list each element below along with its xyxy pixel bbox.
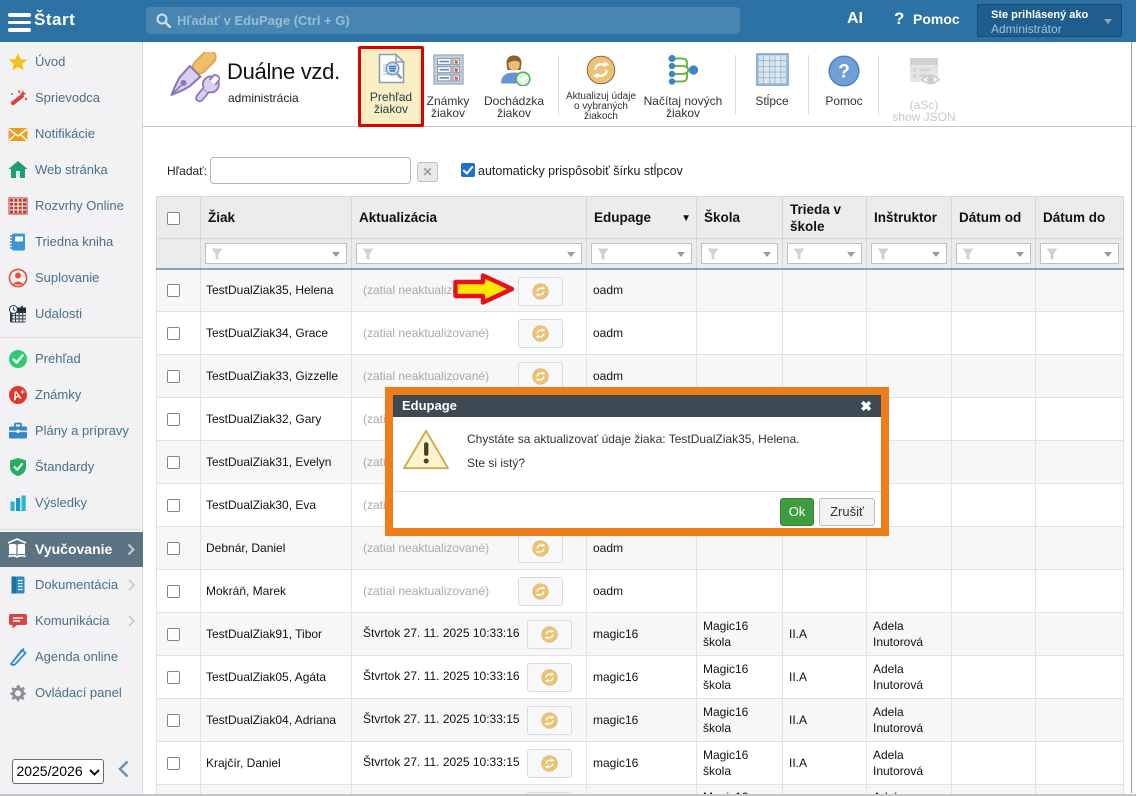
svg-text:+: +: [20, 388, 25, 397]
svg-text:?: ?: [838, 62, 850, 83]
